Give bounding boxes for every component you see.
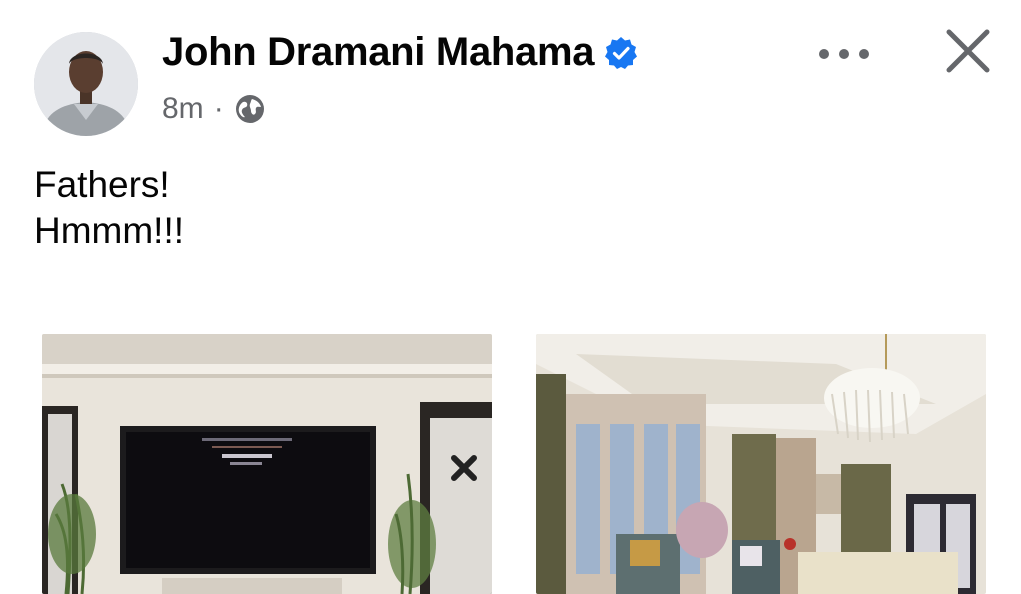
verified-badge-icon: [604, 36, 638, 70]
lounge-image: [536, 334, 986, 594]
close-icon: [946, 29, 990, 73]
post-text-line: Hmmm!!!: [34, 210, 185, 251]
tv-room-image: [42, 334, 492, 594]
post-text-line: Fathers!: [34, 164, 170, 205]
author-name[interactable]: John Dramani Mahama: [162, 30, 595, 75]
avatar-image: [34, 32, 138, 136]
close-button[interactable]: [944, 27, 992, 75]
more-horizontal-icon: [819, 49, 869, 59]
post-timestamp[interactable]: 8m: [162, 92, 204, 126]
meta-separator: ·: [213, 92, 224, 125]
post-text: Fathers! Hmmm!!!: [34, 162, 184, 254]
post-photo[interactable]: [42, 334, 492, 594]
post-meta: 8m ·: [162, 92, 266, 126]
author-header: John Dramani Mahama: [162, 30, 638, 75]
globe-icon[interactable]: [234, 93, 266, 125]
author-avatar[interactable]: [34, 32, 138, 136]
post-photo[interactable]: [536, 334, 986, 594]
more-options-button[interactable]: [816, 46, 872, 62]
